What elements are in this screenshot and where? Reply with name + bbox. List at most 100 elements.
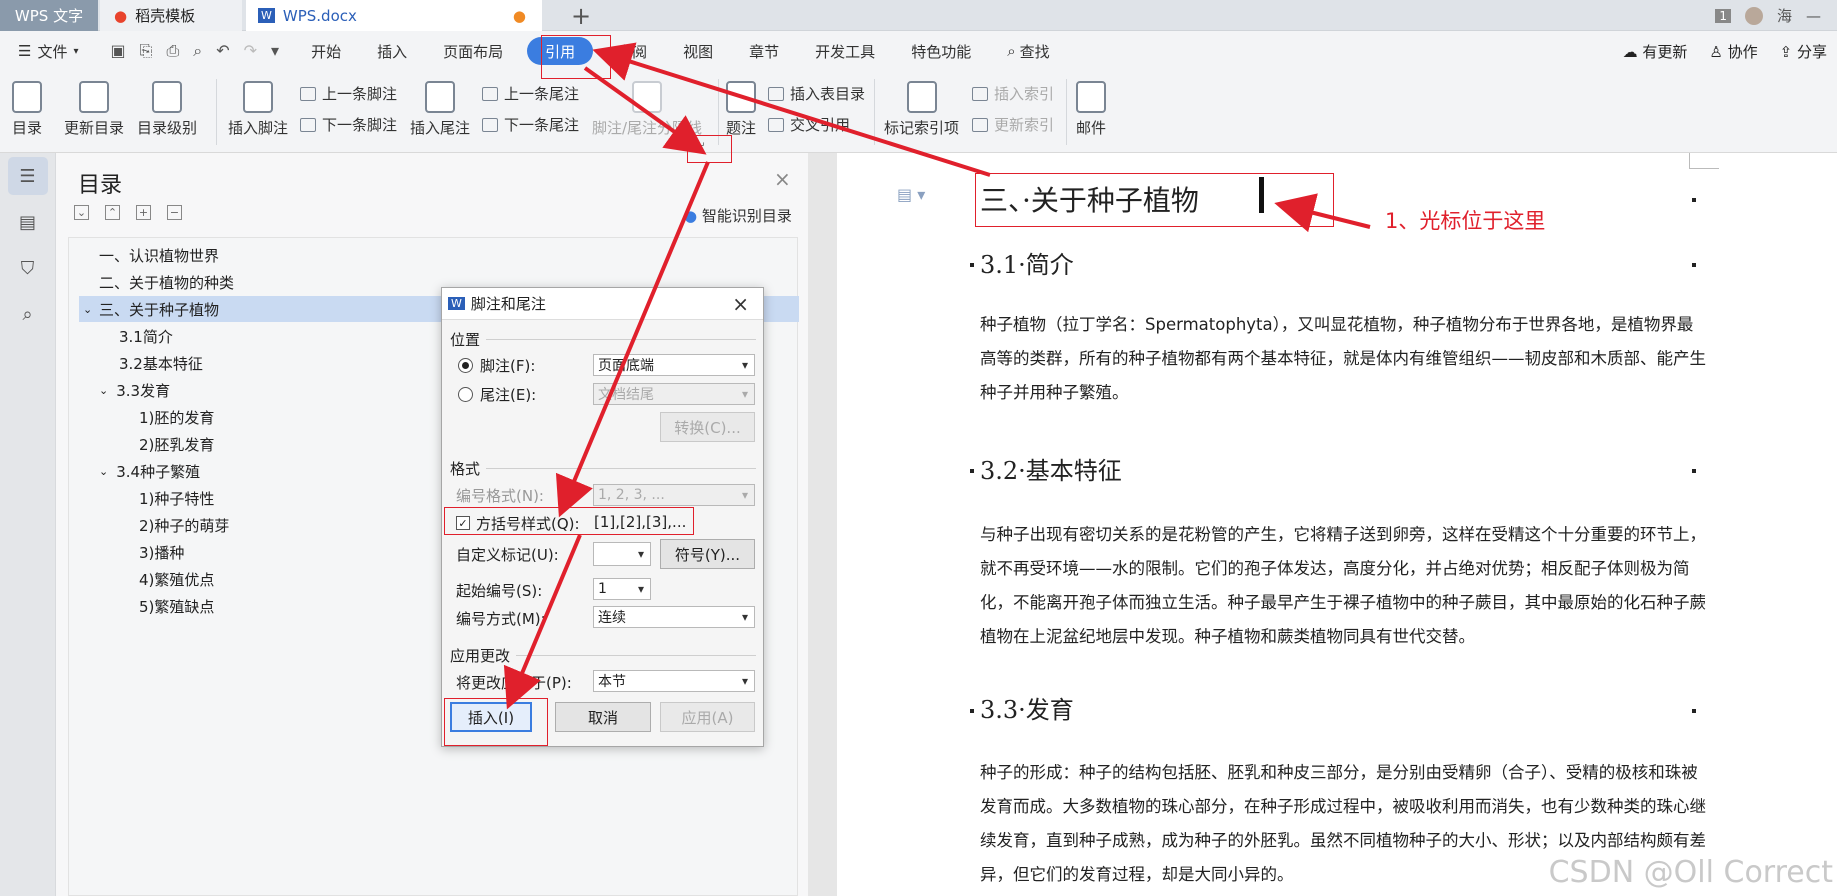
title-bar: WPS 文字 ● 稻壳模板 W WPS.docx ● + 1 海 —	[0, 0, 1837, 31]
insert-table-toc-button[interactable]: 插入表目录	[768, 83, 865, 104]
next-endnote-button[interactable]: 下一条尾注	[482, 114, 579, 135]
mark-index-button[interactable]: 标记索引项	[884, 81, 959, 138]
prev-footnote-button[interactable]: 上一条脚注	[300, 83, 397, 104]
apply-button[interactable]: 应用(A)	[660, 702, 755, 732]
toc-item[interactable]: 二、关于植物的种类	[99, 269, 499, 295]
document-page[interactable]: ▤ ▾ 三、·关于种子植物 3.1·简介 种子植物（拉丁学名：Spermatop…	[837, 153, 1837, 896]
print-icon[interactable]: ⎙	[166, 41, 179, 61]
dialog-title: 脚注和尾注	[470, 295, 546, 313]
toc-level-button[interactable]: 目录级别	[137, 81, 197, 138]
toc-item[interactable]: 3)播种	[139, 539, 184, 565]
custom-mark-label: 自定义标记(U):	[456, 546, 559, 564]
update-toc-button[interactable]: 更新目录	[64, 81, 124, 138]
footnote-icon	[243, 81, 273, 113]
collapse-all-icon[interactable]: ⌃	[105, 205, 120, 220]
custom-mark-input[interactable]	[593, 542, 651, 566]
caption-button[interactable]: 题注	[726, 81, 756, 138]
separator-button[interactable]: 脚注/尾注分隔线	[592, 81, 702, 138]
menu-insert[interactable]: 插入	[359, 31, 425, 71]
prev-endnote-button[interactable]: 上一条尾注	[482, 83, 579, 104]
minus-icon[interactable]: −	[167, 205, 182, 220]
menu-view[interactable]: 视图	[665, 31, 731, 71]
insert-footnote-button[interactable]: 插入脚注	[228, 81, 288, 138]
preview-icon[interactable]: ⌕	[193, 41, 202, 61]
ribbon-divider	[874, 79, 875, 145]
tab-daoke-template[interactable]: ● 稻壳模板	[100, 0, 242, 31]
chevron-down-icon: ▾	[73, 45, 79, 57]
menu-developer[interactable]: 开发工具	[797, 31, 893, 71]
toc-item[interactable]: 一、认识植物世界	[99, 242, 499, 268]
menu-layout[interactable]: 页面布局	[425, 31, 521, 71]
insert-index-button[interactable]: 插入索引	[972, 83, 1054, 104]
toc-item[interactable]: 3.1简介	[119, 323, 173, 349]
toc-item[interactable]: 2)种子的萌芽	[139, 512, 229, 538]
save-icon[interactable]: ▣	[111, 41, 126, 61]
window-count-badge[interactable]: 1	[1715, 8, 1731, 23]
toc-nav-icon[interactable]: ☰	[7, 157, 48, 195]
menu-special[interactable]: 特色功能	[893, 31, 989, 71]
toc-item[interactable]: 5)繁殖缺点	[139, 593, 214, 619]
toc-item[interactable]: ⌄ 3.3发育	[99, 377, 170, 403]
insert-endnote-button[interactable]: 插入尾注	[410, 81, 470, 138]
numbering-label: 编号方式(M):	[456, 610, 546, 628]
toc-item[interactable]: 2)胚乳发育	[139, 431, 214, 457]
cross-ref-button[interactable]: 交叉引用	[768, 114, 850, 135]
new-tab-button[interactable]: +	[556, 0, 606, 31]
tab-document[interactable]: W WPS.docx ●	[246, 0, 542, 31]
endnote-position-select[interactable]: 文档结尾	[593, 383, 755, 405]
dialog-close-icon[interactable]: ×	[732, 292, 749, 316]
expand-all-icon[interactable]: ⌄	[74, 205, 89, 220]
toc-item[interactable]: 4)繁殖优点	[139, 566, 214, 592]
toc-icon	[12, 81, 42, 113]
page-mark	[970, 263, 974, 267]
toc-button[interactable]: 目录	[12, 81, 42, 138]
search-label: 查找	[1019, 42, 1050, 61]
avatar[interactable]	[1744, 6, 1763, 25]
tab-wps-writer[interactable]: WPS 文字	[0, 0, 98, 31]
update-toc-icon	[79, 81, 109, 113]
user-name: 海	[1776, 7, 1792, 25]
toc-item[interactable]: ⌄ 3.4种子繁殖	[99, 458, 200, 484]
mail-button[interactable]: 邮件	[1076, 81, 1106, 138]
undo-icon[interactable]: ↶	[216, 41, 229, 61]
number-format-select[interactable]: 1, 2, 3, ...	[593, 484, 755, 506]
export-icon[interactable]: ⎘	[140, 41, 153, 61]
chapter-nav-icon[interactable]: ▤	[8, 203, 48, 241]
close-icon[interactable]: ×	[774, 167, 791, 191]
menu-start[interactable]: 开始	[293, 31, 359, 71]
smart-icon: ●	[684, 207, 698, 225]
prev-endnote-icon	[482, 86, 498, 101]
window-controls: 1 海 —	[1715, 0, 1837, 31]
menu-chapter[interactable]: 章节	[731, 31, 797, 71]
doc-side-icon[interactable]: ▤ ▾	[897, 185, 925, 204]
plus-icon[interactable]: +	[136, 205, 151, 220]
update-button[interactable]: ☁ 有更新	[1623, 41, 1688, 62]
footnote-position-select[interactable]: 页面底端	[593, 354, 755, 376]
endnote-radio[interactable]	[458, 387, 473, 402]
convert-button[interactable]: 转换(C)...	[660, 412, 755, 442]
bookmark-icon[interactable]: ⛉	[8, 249, 48, 287]
search-nav-icon[interactable]: ⌕	[8, 295, 48, 333]
apply-to-select[interactable]: 本节	[593, 670, 755, 692]
separator-label: 脚注/尾注分隔线	[592, 119, 703, 137]
footnote-radio[interactable]	[458, 358, 473, 373]
minimize-icon[interactable]: —	[1806, 7, 1821, 25]
toc-item[interactable]: 1)胚的发育	[139, 404, 214, 430]
update-index-button[interactable]: 更新索引	[972, 114, 1054, 135]
paragraph: 与种子出现有密切关系的是花粉管的产生，它将精子送到卵旁，这样在受精这个十分重要的…	[980, 525, 1706, 646]
collab-button[interactable]: ♙ 协作	[1709, 41, 1757, 62]
smart-toc-button[interactable]: ● 智能识别目录	[684, 205, 792, 226]
file-menu[interactable]: ☰ 文件 ▾	[0, 31, 97, 71]
toc-item[interactable]: 3.2基本特征	[119, 350, 203, 376]
share-button[interactable]: ⇪ 分享	[1780, 41, 1827, 62]
heading-2: 3.1·简介	[980, 251, 1074, 279]
start-number-stepper[interactable]: 1	[593, 578, 651, 600]
symbol-button[interactable]: 符号(Y)...	[660, 539, 755, 569]
more-icon[interactable]: ▾	[271, 41, 279, 61]
next-footnote-button[interactable]: 下一条脚注	[300, 114, 397, 135]
numbering-select[interactable]: 连续	[593, 606, 755, 628]
redo-icon[interactable]: ↷	[244, 41, 257, 61]
cancel-button[interactable]: 取消	[555, 702, 651, 732]
menu-search[interactable]: ⌕ 查找	[989, 31, 1067, 71]
toc-item[interactable]: 1)种子特性	[139, 485, 214, 511]
